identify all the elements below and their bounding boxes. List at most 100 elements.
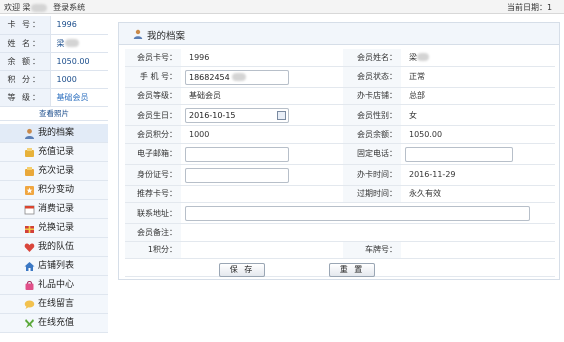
form-row: 身份证号： 办卡时间： 2016-11-29	[125, 164, 555, 186]
birthday-input[interactable]: 2016-10-15	[185, 108, 289, 123]
reset-button[interactable]: 重 置	[329, 263, 375, 277]
menu-item-points-change[interactable]: 积分变动	[0, 180, 108, 200]
balance-value: 1050.00	[50, 52, 108, 71]
points-value: 1000	[189, 129, 210, 139]
user-icon	[24, 128, 35, 139]
top-bar: 欢迎 梁 登录系统 当前日期：1	[0, 0, 564, 14]
menu-item-count-records[interactable]: 充次记录	[0, 161, 108, 181]
gender-value: 女	[409, 110, 417, 120]
menu-item-exchange-records[interactable]: 兑换记录	[0, 218, 108, 238]
address-label: 联系地址：	[125, 203, 181, 223]
bag-icon	[24, 280, 35, 291]
menu-item-recharge-records[interactable]: 充值记录	[0, 142, 108, 162]
name-text: 梁	[56, 38, 65, 48]
star-icon	[24, 185, 35, 196]
phone-value: 18682454	[189, 72, 230, 82]
referrer-label: 推荐卡号：	[125, 185, 181, 202]
panel-title: 我的档案	[147, 31, 186, 42]
id-label: 身份证号：	[125, 164, 181, 185]
welcome-text: 欢迎 梁 登录系统	[4, 2, 85, 13]
birthday-value: 2016-10-15	[189, 111, 236, 120]
profile-panel: 我的档案 会员卡号： 1996 会员姓名： 梁 手 机 号： 18682454 …	[118, 22, 560, 280]
login-system-link[interactable]: 登录系统	[53, 3, 85, 12]
expire-label: 过期时间：	[343, 185, 401, 202]
form-row: 联系地址：	[125, 203, 555, 224]
calendar-icon	[24, 204, 35, 215]
current-date: 当前日期：1	[507, 3, 553, 12]
points-label: 会员积分：	[125, 126, 181, 143]
address-input[interactable]	[185, 206, 530, 221]
view-photo-link[interactable]: 查看照片	[0, 107, 108, 121]
status-value: 正常	[409, 72, 425, 81]
blurred-username	[30, 3, 47, 12]
card-no-value: 1996	[189, 52, 210, 62]
menu-item-online-message[interactable]: 在线留言	[0, 294, 108, 314]
home-icon	[24, 261, 35, 272]
menu-label: 在线留言	[38, 298, 75, 309]
email-label: 电子邮箱：	[125, 143, 181, 164]
email-input[interactable]	[185, 146, 289, 162]
form-row: 会员卡号： 1996 会员姓名： 梁	[125, 49, 555, 67]
profile-form: 会员卡号： 1996 会员姓名： 梁 手 机 号： 18682454 会员状态：…	[125, 49, 555, 277]
form-row: 手 机 号： 18682454 会员状态： 正常	[125, 66, 555, 88]
menu-label: 礼品中心	[38, 279, 75, 290]
expire-value: 永久有效	[409, 189, 441, 199]
open-time-value: 2016-11-29	[409, 170, 456, 179]
balance-value: 1050.00	[409, 129, 443, 139]
phone-input[interactable]: 18682454	[185, 69, 289, 85]
menu-item-online-recharge[interactable]: 在线充值	[0, 313, 108, 333]
name-value: 梁	[50, 34, 108, 53]
save-button[interactable]: 保 存	[219, 263, 265, 277]
menu-item-consumption-records[interactable]: 消费记录	[0, 199, 108, 219]
menu-item-gift-center[interactable]: 礼品中心	[0, 275, 108, 295]
form-row: 电子邮箱： 固定电话：	[125, 143, 555, 165]
sidebar-menu: 我的档案 充值记录 充次记录 积分变动 消费记录 兑换记录 我的队伍 店铺列表	[0, 123, 108, 333]
form-row: 推荐卡号： 过期时间： 永久有效	[125, 185, 555, 203]
form-row: 会员备注：	[125, 224, 555, 242]
ribbon-icon	[24, 318, 35, 329]
points1-label: 1积分：	[125, 241, 181, 258]
name-label: 姓 名：	[0, 34, 51, 53]
blurred-name	[64, 39, 79, 47]
menu-label: 我的队伍	[38, 241, 75, 252]
level-value: 基础会员	[50, 88, 108, 107]
plate-label: 车牌号：	[343, 241, 401, 258]
menu-label: 积分变动	[38, 184, 75, 195]
member-summary: 卡 号： 1996 姓 名： 梁 余 额： 1050.00 积 分： 1000 等 级：…	[0, 16, 108, 107]
user-icon	[133, 29, 143, 39]
balance-label: 会员余额：	[343, 126, 401, 143]
coins-icon	[24, 147, 35, 158]
heart-icon	[24, 242, 35, 253]
menu-item-my-profile[interactable]: 我的档案	[0, 123, 108, 143]
store-value: 总部	[409, 91, 425, 101]
id-input[interactable]	[185, 167, 289, 183]
form-row: 会员积分： 1000 会员余额： 1050.00	[125, 126, 555, 144]
calendar-picker-icon[interactable]	[277, 111, 286, 120]
level-label: 会员等级：	[125, 87, 181, 104]
birthday-label: 会员生日：	[125, 105, 181, 125]
open-time-label: 办卡时间：	[343, 164, 401, 185]
card-no-label: 卡 号：	[0, 16, 51, 35]
coins-stack-icon	[24, 166, 35, 177]
member-name-value: 梁	[409, 49, 429, 66]
member-name-label: 会员姓名：	[343, 49, 401, 66]
blurred-member-name	[417, 53, 429, 62]
balance-label: 余 额：	[0, 52, 51, 71]
tel-input[interactable]	[405, 146, 513, 162]
gender-label: 会员性别：	[343, 105, 401, 125]
sidebar: 卡 号： 1996 姓 名： 梁 余 额： 1050.00 积 分： 1000 等 级：…	[0, 16, 108, 342]
menu-item-store-list[interactable]: 店铺列表	[0, 256, 108, 276]
menu-item-my-team[interactable]: 我的队伍	[0, 237, 108, 257]
panel-header: 我的档案	[119, 23, 559, 45]
menu-label: 兑换记录	[38, 222, 75, 233]
points-value: 1000	[50, 70, 108, 89]
form-row: 会员等级： 基础会员 办卡店铺： 总部	[125, 87, 555, 105]
menu-label: 店铺列表	[38, 260, 75, 271]
store-label: 办卡店铺：	[343, 87, 401, 104]
form-row: 会员生日： 2016-10-15 会员性别： 女	[125, 105, 555, 126]
menu-label: 我的档案	[38, 127, 75, 138]
blurred-phone	[231, 73, 246, 81]
member-name-text: 梁	[409, 52, 417, 62]
phone-label: 手 机 号：	[125, 66, 181, 87]
welcome-user: 欢迎 梁	[4, 3, 31, 12]
